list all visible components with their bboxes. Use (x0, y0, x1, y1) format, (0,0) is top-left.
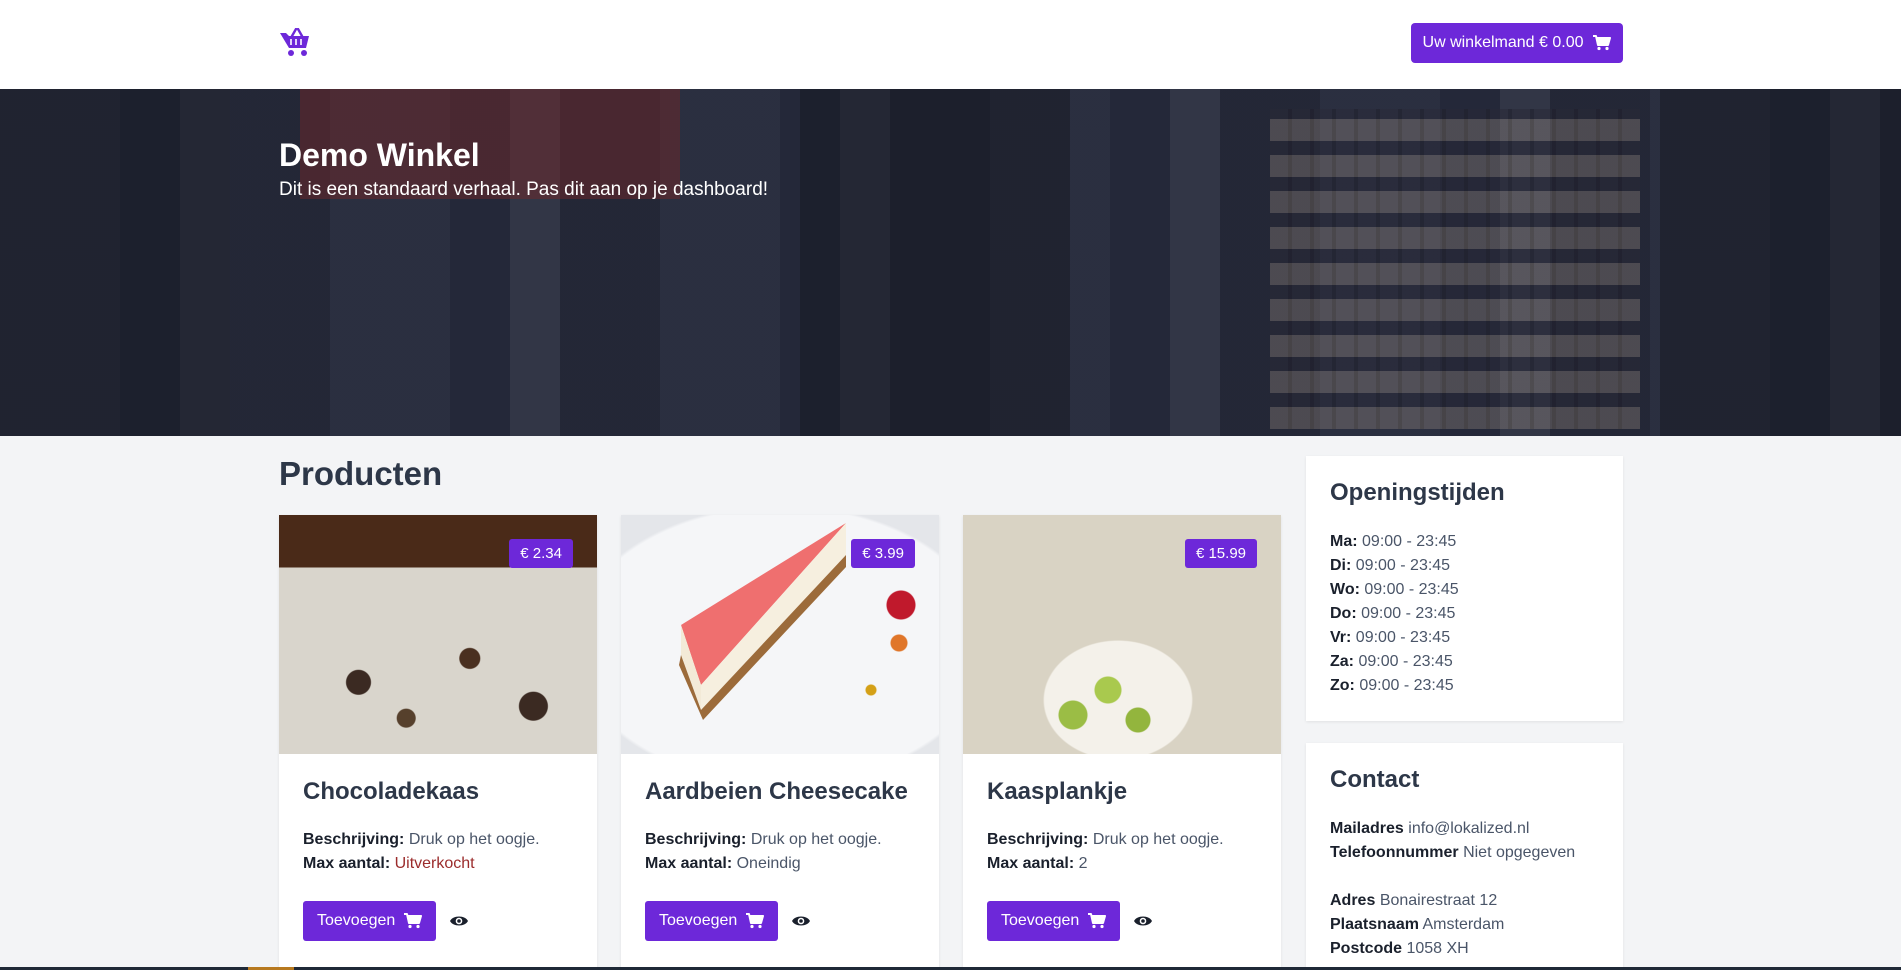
max-value: 2 (1078, 855, 1088, 872)
hero-background-door (800, 89, 1070, 436)
description-label: Beschrijving: (987, 831, 1089, 848)
opening-hours-title: Openingstijden (1330, 479, 1505, 506)
cart-button[interactable]: Uw winkelmand € 0.00 (1411, 23, 1623, 63)
product-description: Beschrijving: Druk op het oogje. (987, 831, 1224, 849)
cart-icon (404, 913, 423, 929)
day-label: Zo: (1330, 677, 1355, 694)
eye-icon[interactable] (1133, 913, 1153, 929)
city-label: Plaatsnaam (1330, 916, 1419, 933)
day-label: Ma: (1330, 533, 1358, 550)
product-max: Max aantal: Oneindig (645, 855, 801, 873)
opening-hours-row: Wo: 09:00 - 23:45 (1330, 581, 1459, 599)
hero-background-pane (0, 89, 230, 436)
opening-hours-row: Do: 09:00 - 23:45 (1330, 605, 1455, 623)
description-value: Druk op het oogje. (408, 831, 540, 848)
email-label: Mailadres (1330, 820, 1404, 837)
product-max: Max aantal: Uitverkocht (303, 855, 475, 873)
contact-panel: Contact Mailadres info@lokalized.nl Tele… (1306, 743, 1623, 970)
address-label: Adres (1330, 892, 1376, 909)
day-label: Za: (1330, 653, 1354, 670)
city-value: Amsterdam (1422, 916, 1505, 933)
add-button-label: Toevoegen (659, 912, 738, 929)
max-label: Max aantal: (645, 855, 733, 872)
contact-city: Plaatsnaam Amsterdam (1330, 916, 1504, 934)
add-button-label: Toevoegen (1001, 912, 1080, 929)
hero-subtitle: Dit is een standaard verhaal. Pas dit aa… (279, 179, 769, 200)
max-value: Oneindig (736, 855, 801, 872)
product-card: € 15.99 Kaasplankje Beschrijving: Druk o… (963, 515, 1281, 970)
cart-icon (746, 913, 765, 929)
product-description: Beschrijving: Druk op het oogje. (645, 831, 882, 849)
cart-icon (1088, 913, 1107, 929)
hours-value: 09:00 - 23:45 (1364, 581, 1459, 598)
hours-value: 09:00 - 23:45 (1355, 629, 1451, 646)
contact-title: Contact (1330, 766, 1420, 793)
hours-value: 09:00 - 23:45 (1355, 557, 1451, 574)
hours-value: 09:00 - 23:45 (1362, 533, 1457, 550)
cart-button-label: Uw winkelmand € 0.00 (1422, 34, 1584, 51)
max-label: Max aantal: (987, 855, 1075, 872)
opening-hours-row: Zo: 09:00 - 23:45 (1330, 677, 1454, 695)
hero-background-shelves (1270, 109, 1640, 429)
zip-label: Postcode (1330, 940, 1403, 957)
product-name[interactable]: Chocoladekaas (303, 778, 479, 806)
hero-title: Demo Winkel (279, 137, 480, 173)
product-card: € 2.34 Chocoladekaas Beschrijving: Druk … (279, 515, 597, 970)
product-name[interactable]: Aardbeien Cheesecake (645, 778, 908, 806)
day-label: Vr: (1330, 629, 1352, 646)
add-to-cart-button[interactable]: Toevoegen (645, 901, 779, 941)
shopping-basket-icon[interactable] (278, 28, 312, 58)
product-max: Max aantal: 2 (987, 855, 1088, 873)
eye-icon[interactable] (791, 913, 811, 929)
top-navbar: Uw winkelmand € 0.00 (0, 0, 1901, 89)
hero-background-pane (1660, 89, 1901, 436)
add-to-cart-button[interactable]: Toevoegen (987, 901, 1121, 941)
opening-hours-row: Vr: 09:00 - 23:45 (1330, 629, 1450, 647)
zip-value: 1058 XH (1406, 940, 1469, 957)
max-label: Max aantal: (303, 855, 391, 872)
opening-hours-row: Di: 09:00 - 23:45 (1330, 557, 1450, 575)
eye-icon[interactable] (449, 913, 469, 929)
address-value: Bonairestraat 12 (1379, 892, 1498, 909)
products-heading: Producten (279, 455, 443, 492)
max-value: Uitverkocht (394, 855, 475, 872)
description-value: Druk op het oogje. (1092, 831, 1224, 848)
cart-icon (1593, 35, 1612, 51)
day-label: Wo: (1330, 581, 1360, 598)
email-value[interactable]: info@lokalized.nl (1408, 820, 1529, 837)
hours-value: 09:00 - 23:45 (1358, 653, 1453, 670)
contact-zip: Postcode 1058 XH (1330, 940, 1469, 958)
opening-hours-row: Ma: 09:00 - 23:45 (1330, 533, 1456, 551)
price-badge: € 15.99 (1184, 539, 1257, 568)
description-label: Beschrijving: (303, 831, 405, 848)
price-badge: € 3.99 (851, 539, 915, 568)
day-label: Do: (1330, 605, 1357, 622)
contact-address: Adres Bonairestraat 12 (1330, 892, 1497, 910)
phone-value: Niet opgegeven (1463, 844, 1576, 861)
hours-value: 09:00 - 23:45 (1359, 677, 1454, 694)
price-badge: € 2.34 (509, 539, 573, 568)
opening-hours-panel: Openingstijden Ma: 09:00 - 23:45 Di: 09:… (1306, 456, 1623, 721)
phone-label: Telefoonnummer (1330, 844, 1459, 861)
add-to-cart-button[interactable]: Toevoegen (303, 901, 437, 941)
product-card: € 3.99 Aardbeien Cheesecake Beschrijving… (621, 515, 939, 970)
description-value: Druk op het oogje. (750, 831, 882, 848)
opening-hours-row: Za: 09:00 - 23:45 (1330, 653, 1453, 671)
day-label: Di: (1330, 557, 1352, 574)
product-description: Beschrijving: Druk op het oogje. (303, 831, 540, 849)
contact-email: Mailadres info@lokalized.nl (1330, 820, 1529, 838)
description-label: Beschrijving: (645, 831, 747, 848)
add-button-label: Toevoegen (317, 912, 396, 929)
hours-value: 09:00 - 23:45 (1361, 605, 1456, 622)
contact-phone: Telefoonnummer Niet opgegeven (1330, 844, 1575, 862)
product-name[interactable]: Kaasplankje (987, 778, 1127, 806)
